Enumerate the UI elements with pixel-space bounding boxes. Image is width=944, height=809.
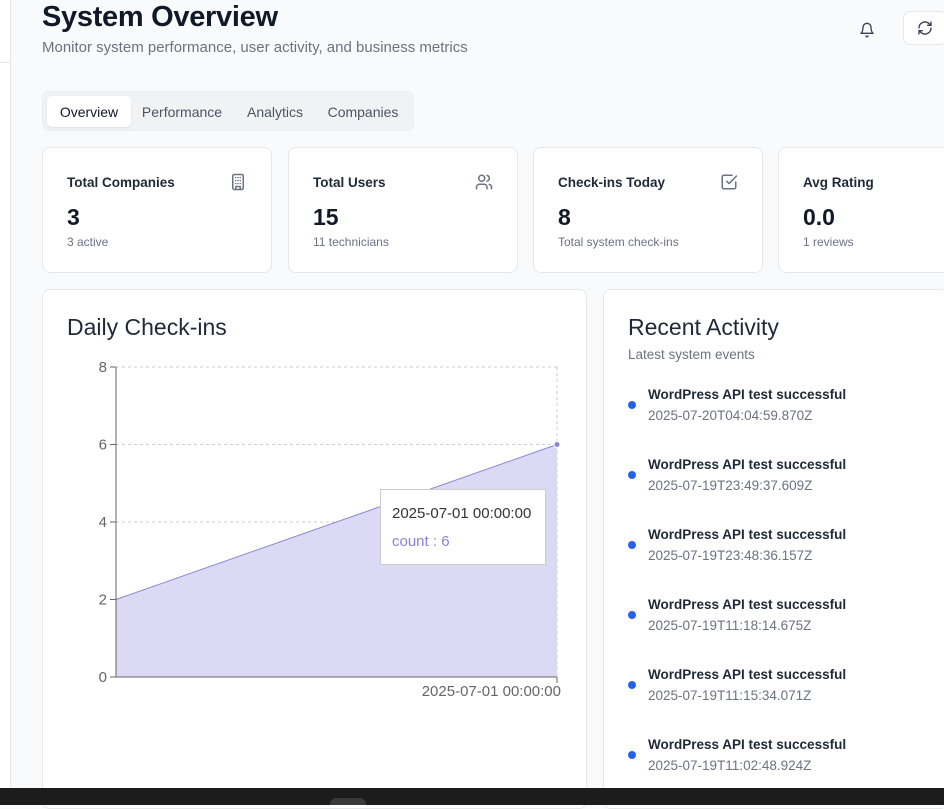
taskbar-item	[330, 798, 366, 805]
recent-activity-subtitle: Latest system events	[628, 347, 755, 362]
stat-card-checkins-today: Check-ins Today 8 Total system check-ins	[533, 147, 763, 273]
tooltip-label: 2025-07-01 00:00:00	[392, 505, 532, 522]
check-square-icon	[721, 174, 738, 190]
stat-label: Avg Rating	[803, 175, 874, 190]
recent-activity-title: Recent Activity	[628, 314, 779, 340]
tooltip-value: count : 6	[392, 533, 450, 550]
recent-activity-card: Recent Activity Latest system events Wor…	[603, 289, 944, 809]
notifications-button[interactable]	[854, 17, 880, 43]
activity-item: WordPress API test successful 2025-07-19…	[628, 527, 888, 571]
stat-label: Total Users	[313, 175, 386, 190]
tab-companies[interactable]: Companies	[319, 96, 407, 127]
activity-title: WordPress API test successful	[648, 387, 847, 402]
stat-value: 0.0	[803, 204, 835, 230]
activity-dot	[628, 751, 636, 759]
bell-icon	[860, 22, 874, 38]
refresh-icon	[918, 21, 932, 35]
stat-label: Check-ins Today	[558, 175, 666, 190]
users-icon	[475, 174, 493, 190]
activity-item: WordPress API test successful 2025-07-19…	[628, 597, 888, 641]
stat-value: 15	[313, 204, 339, 230]
sidebar-divider	[0, 62, 10, 63]
activity-timestamp: 2025-07-20T04:04:59.870Z	[648, 408, 813, 423]
activity-dot	[628, 541, 636, 549]
activity-timestamp: 2025-07-19T11:02:48.924Z	[648, 758, 812, 773]
activity-title: WordPress API test successful	[648, 667, 847, 682]
stat-subtext: 11 technicians	[313, 235, 389, 249]
tab-performance[interactable]: Performance	[133, 96, 231, 127]
stat-card-total-users: Total Users 15 11 technicians	[288, 147, 518, 273]
activity-dot	[628, 611, 636, 619]
stat-card-total-companies: Total Companies 3 3 active	[42, 147, 272, 273]
activity-dot	[628, 401, 636, 409]
activity-item: WordPress API test successful 2025-07-19…	[628, 737, 888, 781]
tab-list: Overview Performance Analytics Companies	[42, 91, 414, 131]
activity-timestamp: 2025-07-19T11:18:14.675Z	[648, 618, 812, 633]
activity-dot	[628, 471, 636, 479]
tab-overview[interactable]: Overview	[47, 96, 131, 127]
stat-subtext: 3 active	[67, 235, 109, 249]
activity-timestamp: 2025-07-19T23:48:36.157Z	[648, 548, 813, 563]
activity-item: WordPress API test successful 2025-07-19…	[628, 667, 888, 711]
taskbar	[0, 788, 944, 805]
page-subtitle: Monitor system performance, user activit…	[42, 39, 468, 56]
activity-dot	[628, 681, 636, 689]
activity-title: WordPress API test successful	[648, 527, 847, 542]
refresh-button[interactable]	[903, 11, 944, 45]
stat-value: 3	[67, 204, 80, 230]
activity-title: WordPress API test successful	[648, 597, 847, 612]
building-icon	[232, 173, 244, 191]
tab-analytics[interactable]: Analytics	[233, 96, 317, 127]
stat-value: 8	[558, 204, 571, 230]
chart-title: Daily Check-ins	[67, 314, 227, 340]
activity-timestamp: 2025-07-19T11:15:34.071Z	[648, 688, 812, 703]
stat-card-avg-rating: Avg Rating 0.0 1 reviews	[778, 147, 944, 273]
activity-timestamp: 2025-07-19T23:49:37.609Z	[648, 478, 813, 493]
stat-subtext: 1 reviews	[803, 235, 854, 249]
activity-title: WordPress API test successful	[648, 737, 847, 752]
stat-label: Total Companies	[67, 175, 175, 190]
activity-title: WordPress API test successful	[648, 457, 847, 472]
activity-item: WordPress API test successful 2025-07-19…	[628, 457, 888, 501]
chart-tooltip: 2025-07-01 00:00:00 count : 6	[380, 489, 546, 565]
sidebar-edge	[0, 0, 11, 788]
activity-item: WordPress API test successful 2025-07-20…	[628, 387, 888, 431]
page-title: System Overview	[42, 1, 278, 33]
stat-subtext: Total system check-ins	[558, 235, 679, 249]
